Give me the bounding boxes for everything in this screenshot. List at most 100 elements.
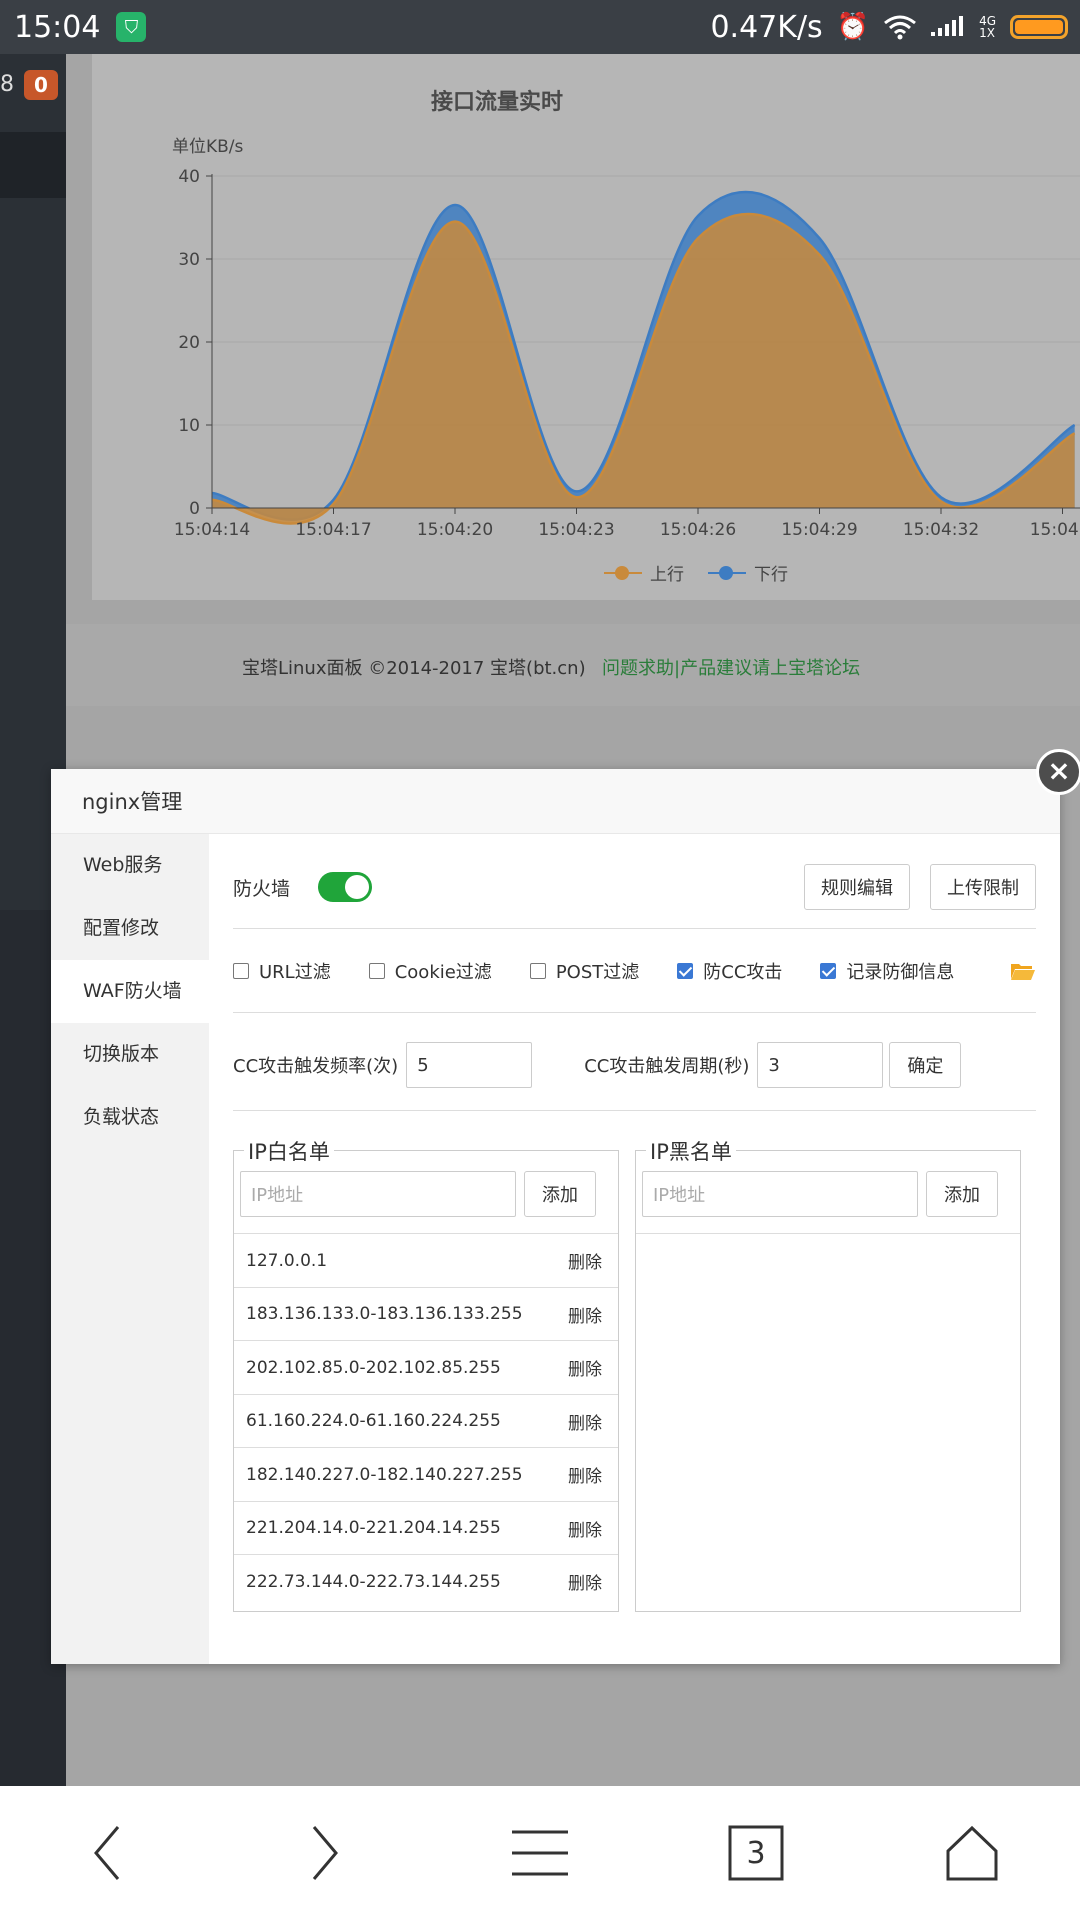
anti-cc-checkbox[interactable]: 防CC攻击 — [677, 958, 782, 984]
whitelist-row: 221.204.14.0-221.204.14.255 删除 — [234, 1500, 618, 1555]
tabs-icon[interactable]: 3 — [716, 1813, 796, 1893]
y-tick-label: 40 — [178, 167, 200, 187]
filter-options-row: URL过滤 Cookie过滤 POST过滤 防CC攻击 记录防御信息 — [233, 958, 1036, 984]
cc-frequency-input[interactable]: 5 — [406, 1042, 533, 1088]
traffic-chart-card: 接口流量实时 单位KB/s 0 10 20 30 40 15:04:14 15:04:17 1… — [92, 54, 1080, 600]
confirm-button[interactable]: 确定 — [889, 1042, 962, 1088]
browser-bottom-bar: 3 — [0, 1786, 1080, 1920]
post-filter-checkbox[interactable]: POST过滤 — [529, 958, 640, 984]
nav-number: 8 — [0, 72, 14, 97]
y-tick-label: 0 — [189, 499, 200, 519]
y-tick-label: 30 — [178, 250, 200, 270]
status-time: 15:04 — [14, 9, 101, 45]
firewall-row: 防火墙 规则编辑 上传限制 — [233, 862, 1036, 912]
whitelist-ip: 221.204.14.0-221.204.14.255 — [246, 1518, 501, 1538]
blacklist-list — [636, 1233, 1020, 1287]
log-defense-label: 记录防御信息 — [846, 962, 955, 983]
tab-web-service[interactable]: Web服务 — [51, 834, 209, 897]
net-speed: 0.47K/s — [710, 9, 823, 45]
nginx-manager-dialog: nginx管理 × Web服务 配置修改 WAF防火墙 切换版本 负载状态 防火… — [51, 749, 1080, 1664]
whitelist-row: 127.0.0.1 删除 — [234, 1233, 618, 1287]
ip-blacklist: IP黑名单 IP地址 添加 — [635, 1136, 1021, 1612]
rules-edit-button[interactable]: 规则编辑 — [804, 864, 910, 910]
log-defense-checkbox[interactable]: 记录防御信息 — [820, 958, 954, 984]
tab-config-edit[interactable]: 配置修改 — [51, 897, 209, 960]
x-tick-label: 15:04:23 — [538, 520, 614, 540]
close-icon[interactable]: × — [1036, 749, 1080, 795]
whitelist-row: 183.136.133.0-183.136.133.255 删除 — [234, 1286, 618, 1341]
tab-count: 3 — [746, 1835, 766, 1871]
menu-icon[interactable] — [500, 1813, 580, 1893]
whitelist-title: IP白名单 — [244, 1136, 334, 1166]
status-right: 0.47K/s ⏰ 4G 1X — [710, 0, 1068, 54]
back-icon[interactable] — [68, 1813, 148, 1893]
cc-period-input[interactable]: 3 — [757, 1042, 884, 1088]
y-tick-label: 20 — [178, 333, 200, 353]
legend-item-up[interactable]: 上行 — [604, 560, 684, 585]
blacklist-title: IP黑名单 — [646, 1136, 736, 1166]
anti-cc-label: 防CC攻击 — [703, 962, 783, 983]
page-footer: 宝塔Linux面板 ©2014-2017 宝塔(bt.cn) 问题求助|产品建议… — [66, 624, 1080, 706]
legend-item-down[interactable]: 下行 — [708, 560, 788, 585]
ip-whitelist: IP白名单 IP地址 添加 127.0.0.1 删除 183.136.133.0-1… — [233, 1136, 619, 1612]
x-tick-label: 15:04:14 — [174, 520, 250, 540]
folder-open-icon[interactable] — [1010, 961, 1036, 981]
whitelist-row: 202.102.85.0-202.102.85.255 删除 — [234, 1340, 618, 1394]
wifi-icon — [884, 15, 916, 40]
divider — [233, 928, 1036, 929]
delete-button[interactable]: 删除 — [568, 1462, 602, 1487]
x-tick-label: 15:04:20 — [417, 520, 493, 540]
divider — [233, 1012, 1036, 1013]
cookie-filter-label: Cookie过滤 — [394, 962, 492, 983]
whitelist-add-button[interactable]: 添加 — [524, 1171, 596, 1217]
cc-frequency-label: CC攻击触发频率(次) — [233, 1056, 399, 1077]
url-filter-label: URL过滤 — [259, 962, 331, 983]
whitelist-ip: 202.102.85.0-202.102.85.255 — [246, 1357, 501, 1378]
whitelist-row: 222.73.144.0-222.73.144.255 删除 — [234, 1554, 618, 1608]
delete-button[interactable]: 删除 — [568, 1248, 602, 1273]
delete-button[interactable]: 删除 — [568, 1409, 602, 1434]
nav-active-item[interactable] — [0, 132, 66, 198]
delete-button[interactable]: 删除 — [568, 1516, 602, 1541]
blacklist-add-button[interactable]: 添加 — [926, 1171, 998, 1217]
x-tick-label: 15:04:29 — [781, 520, 857, 540]
footer-forum-link[interactable]: 问题求助|产品建议请上宝塔论坛 — [602, 654, 860, 680]
tab-switch-version[interactable]: 切换版本 — [51, 1023, 209, 1086]
battery-icon — [1010, 15, 1068, 39]
delete-button[interactable]: 删除 — [568, 1302, 602, 1327]
status-bar: 15:04 ⛉ 0.47K/s ⏰ 4G 1X — [0, 0, 1080, 54]
whitelist-row: 182.140.227.0-182.140.227.255 删除 — [234, 1447, 618, 1501]
delete-button[interactable]: 删除 — [568, 1355, 602, 1380]
cookie-filter-checkbox[interactable]: Cookie过滤 — [368, 958, 492, 984]
legend-label-up: 上行 — [650, 565, 684, 585]
firewall-toggle[interactable] — [318, 872, 373, 902]
signal-icon — [931, 16, 964, 36]
divider — [233, 1110, 1036, 1111]
tab-waf-firewall[interactable]: WAF防火墙 — [51, 960, 209, 1023]
url-filter-checkbox[interactable]: URL过滤 — [233, 958, 331, 984]
legend-label-down: 下行 — [754, 565, 788, 585]
traffic-chart: 0 10 20 30 40 15:04:14 15:04:17 15:04:20 15:04:2… — [174, 167, 1080, 540]
waf-panel: 防火墙 规则编辑 上传限制 URL过滤 Cookie过滤 POST过滤 防CC攻… — [209, 834, 1060, 1664]
x-tick-label: 15:04:32 — [903, 520, 979, 540]
forward-icon[interactable] — [284, 1813, 364, 1893]
firewall-label: 防火墙 — [233, 877, 291, 900]
tab-load-status[interactable]: 负载状态 — [51, 1086, 209, 1149]
whitelist-ip: 182.140.227.0-182.140.227.255 — [246, 1464, 523, 1485]
x-tick-label: 15:04:17 — [295, 520, 371, 540]
alarm-icon: ⏰ — [836, 12, 870, 42]
footer-copyright: 宝塔Linux面板 ©2014-2017 宝塔(bt.cn) — [242, 658, 586, 679]
dialog-sidebar: Web服务 配置修改 WAF防火墙 切换版本 负载状态 — [51, 834, 209, 1664]
cc-settings-row: CC攻击触发频率(次) 5 CC攻击触发周期(秒) 3 确定 — [233, 1042, 1036, 1088]
delete-button[interactable]: 删除 — [568, 1569, 602, 1594]
upload-limit-button[interactable]: 上传限制 — [930, 864, 1036, 910]
blacklist-ip-input[interactable]: IP地址 — [642, 1171, 918, 1217]
post-filter-label: POST过滤 — [555, 962, 640, 983]
whitelist-ip-input[interactable]: IP地址 — [240, 1171, 516, 1217]
nav-badge: 0 — [24, 70, 58, 100]
network-type: 4G 1X — [979, 15, 996, 39]
cc-period-label: CC攻击触发周期(秒) — [584, 1056, 750, 1077]
home-icon[interactable] — [932, 1813, 1012, 1893]
whitelist-ip: 127.0.0.1 — [246, 1250, 328, 1271]
whitelist-ip: 183.136.133.0-183.136.133.255 — [246, 1304, 523, 1324]
